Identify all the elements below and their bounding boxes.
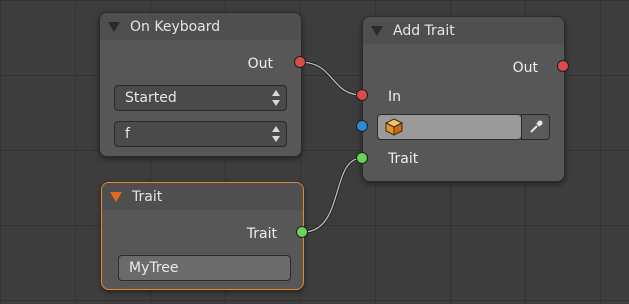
trait-name-field[interactable]: MyTree (118, 255, 291, 281)
eyedropper-icon (529, 120, 542, 133)
on-keyboard-node[interactable]: On Keyboard Out Started f (99, 12, 302, 157)
add-trait-object-socket[interactable] (356, 120, 368, 132)
node-header[interactable]: Trait (102, 183, 303, 210)
trait-out-label: Trait (246, 226, 277, 242)
add-trait-trait-socket[interactable] (356, 152, 368, 164)
collapse-triangle-icon[interactable] (110, 191, 122, 202)
event-type-select[interactable]: Started (114, 85, 287, 111)
node-header[interactable]: On Keyboard (100, 13, 301, 40)
up-down-arrows-icon (272, 89, 280, 107)
node-title: Add Trait (393, 22, 455, 39)
object-field[interactable] (377, 114, 522, 140)
node-title: Trait (132, 188, 163, 205)
on-keyboard-out-socket[interactable] (294, 56, 306, 68)
trait-node[interactable]: Trait Trait MyTree (101, 182, 304, 290)
link-trait-to-trait (302, 156, 363, 234)
add-trait-node[interactable]: Add Trait Out In Trait (362, 16, 565, 182)
field-value: MyTree (129, 260, 179, 276)
trait-out-socket[interactable] (296, 226, 308, 238)
add-trait-out-socket[interactable] (557, 60, 569, 72)
out-socket-label: Out (247, 56, 273, 72)
add-trait-in-socket[interactable] (356, 89, 368, 101)
select-value: f (125, 126, 130, 142)
key-select[interactable]: f (114, 121, 287, 147)
node-header[interactable]: Add Trait (363, 17, 564, 44)
select-value: Started (125, 90, 177, 106)
eyedropper-button[interactable] (521, 114, 550, 140)
up-down-arrows-icon (272, 125, 280, 143)
trait-socket-label: Trait (388, 151, 419, 167)
cube-object-icon (384, 118, 404, 136)
collapse-triangle-icon[interactable] (108, 21, 120, 32)
node-title: On Keyboard (130, 18, 221, 35)
out-socket-label: Out (512, 60, 538, 76)
link-out-to-in (299, 60, 363, 97)
in-socket-label: In (388, 89, 402, 105)
collapse-triangle-icon[interactable] (371, 25, 383, 36)
